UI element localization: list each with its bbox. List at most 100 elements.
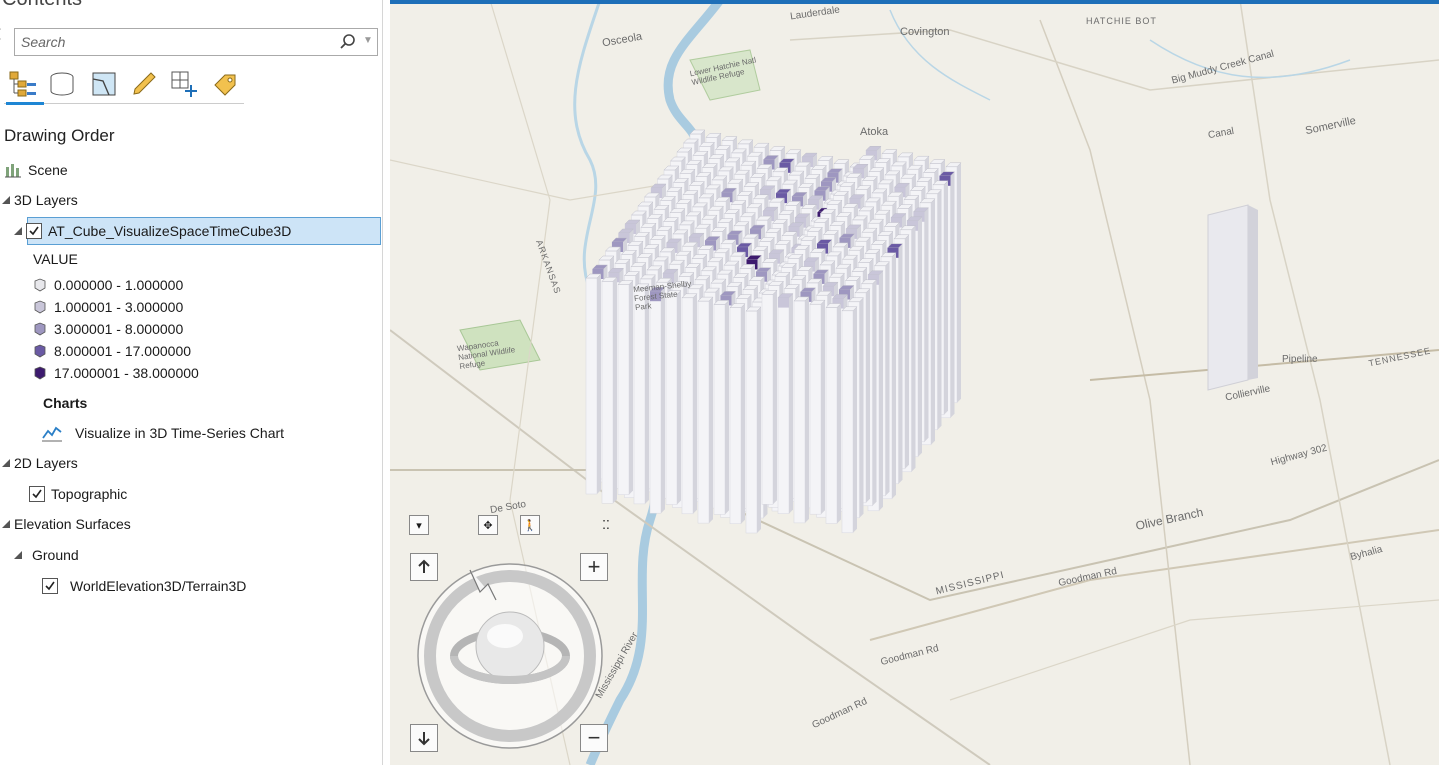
list-by-data-source-icon[interactable] [46, 68, 78, 100]
chart-item[interactable]: Visualize in 3D Time-Series Chart [41, 422, 284, 444]
cube-column-side [905, 234, 909, 469]
search-box[interactable]: ▼ [14, 28, 378, 56]
view-active-indicator [390, 0, 1439, 4]
cube-column [585, 277, 598, 495]
cube-column-side [944, 180, 948, 415]
cube-column-side [924, 207, 929, 442]
cube-column-side [918, 216, 922, 457]
layer-terrain[interactable]: WorldElevation3D/Terrain3D [42, 575, 246, 597]
cube-column-side [597, 274, 601, 494]
cube-column [825, 307, 838, 524]
cube-column [633, 287, 646, 505]
cube-column-side [872, 279, 877, 506]
layer-cube-checkbox[interactable] [26, 223, 42, 239]
cube-column-side [821, 300, 825, 515]
cube-column [681, 297, 694, 515]
cube-column [713, 304, 726, 515]
cube-column-side [661, 287, 665, 514]
legend-item: 8.000001 - 17.000000 [33, 340, 191, 362]
list-by-editing-icon[interactable] [128, 68, 160, 100]
search-input[interactable] [21, 32, 321, 52]
group-2d-layers[interactable]: 2D Layers [2, 452, 78, 474]
cube-column-side [613, 277, 617, 504]
cube-column-side [741, 303, 745, 524]
group-3d-layers-label: 3D Layers [14, 192, 78, 208]
cube-column [617, 284, 630, 495]
list-by-snapping-icon[interactable] [168, 68, 200, 100]
filter-icon[interactable] [0, 28, 6, 40]
space-time-cube[interactable] [585, 129, 962, 534]
scene-icon [5, 164, 21, 178]
legend-field-label: VALUE [33, 248, 78, 270]
navigator-options-chevron-icon[interactable]: ▾ [409, 515, 429, 535]
cube-column-side [931, 198, 935, 445]
cube-column [809, 303, 822, 515]
cube-column-side [789, 293, 793, 514]
contents-toolbar [4, 64, 244, 105]
layer-terrain-checkbox[interactable] [42, 578, 58, 594]
cube-column-side [859, 297, 864, 518]
cube-column [649, 290, 662, 514]
map-label: Atoka [860, 126, 889, 138]
cube-column [665, 294, 678, 505]
cube-column-side [937, 189, 942, 430]
legend-symbol-icon [34, 300, 46, 314]
legend-item: 1.000001 - 3.000000 [33, 296, 183, 318]
cube-column-side [892, 252, 896, 499]
legend-item-label: 8.000001 - 17.000000 [54, 343, 192, 359]
group-3d-layers[interactable]: 3D Layers [2, 189, 78, 211]
layer-cube[interactable]: AT_Cube_VisualizeSpaceTimeCube3D [14, 220, 291, 242]
layer-cube-label: AT_Cube_VisualizeSpaceTimeCube3D [48, 223, 292, 239]
group-2d-layers-label: 2D Layers [14, 455, 78, 471]
cube-column-side [709, 297, 713, 524]
value-label: VALUE [33, 251, 78, 267]
cube-column-side [957, 162, 961, 403]
cube-column [729, 307, 742, 524]
cube-column-side [950, 171, 955, 418]
legend-item-label: 17.000001 - 38.000000 [54, 365, 199, 381]
collapse-triangle-icon[interactable] [2, 520, 10, 528]
cube-column-side [837, 303, 841, 524]
charts-heading: Charts [43, 392, 87, 414]
active-tab-indicator [6, 102, 44, 105]
scene-view[interactable]: Lauderdale Covington Osceola Atoka Somer… [390, 0, 1439, 765]
collapse-triangle-icon[interactable] [14, 551, 22, 559]
pan-mode-icon[interactable]: ✥ [478, 515, 498, 535]
chart-item-label: Visualize in 3D Time-Series Chart [75, 425, 285, 441]
legend-item: 17.000001 - 38.000000 [33, 362, 199, 384]
cube-column-side [693, 293, 697, 514]
scene-item[interactable]: Scene [4, 159, 68, 181]
legend-item-label: 3.000001 - 8.000000 [54, 321, 184, 337]
cube-column [697, 300, 710, 524]
cube-column-side [757, 307, 761, 533]
legend-item: 0.000000 - 1.000000 [33, 274, 183, 296]
group-ground[interactable]: Ground [14, 544, 79, 566]
list-by-selection-icon[interactable] [88, 68, 120, 100]
search-icon[interactable] [339, 33, 357, 51]
collapse-triangle-icon[interactable] [14, 227, 22, 235]
layer-terrain-label: WorldElevation3D/Terrain3D [70, 578, 247, 594]
charts-label: Charts [43, 395, 88, 411]
cube-column [777, 297, 790, 514]
group-elevation[interactable]: Elevation Surfaces [2, 513, 131, 535]
navigator-control[interactable] [410, 556, 610, 756]
map-label: HATCHIE BOT [1086, 16, 1157, 26]
collapse-triangle-icon[interactable] [2, 459, 10, 467]
first-person-mode-icon[interactable]: 🚶 [520, 515, 540, 535]
collapse-triangle-icon[interactable] [2, 196, 10, 204]
navigator-grip-icon[interactable]: ⁚⁚ [596, 515, 616, 535]
list-by-labeling-icon[interactable] [208, 68, 240, 100]
cube-bin [778, 297, 789, 308]
cube-column [601, 281, 614, 504]
list-by-drawing-order-icon[interactable] [6, 68, 38, 100]
layer-topographic[interactable]: Topographic [29, 483, 127, 505]
pane-title: Contents [2, 0, 82, 11]
legend-symbol-icon [34, 344, 46, 358]
legend-symbol-icon [34, 278, 46, 292]
layer-topographic-checkbox[interactable] [29, 486, 45, 502]
search-options-chevron-icon[interactable]: ▼ [363, 35, 373, 46]
cube-column-side [677, 290, 681, 505]
cube-column [761, 294, 774, 505]
cube-column-side [885, 261, 890, 496]
map-label: Covington [900, 26, 950, 38]
